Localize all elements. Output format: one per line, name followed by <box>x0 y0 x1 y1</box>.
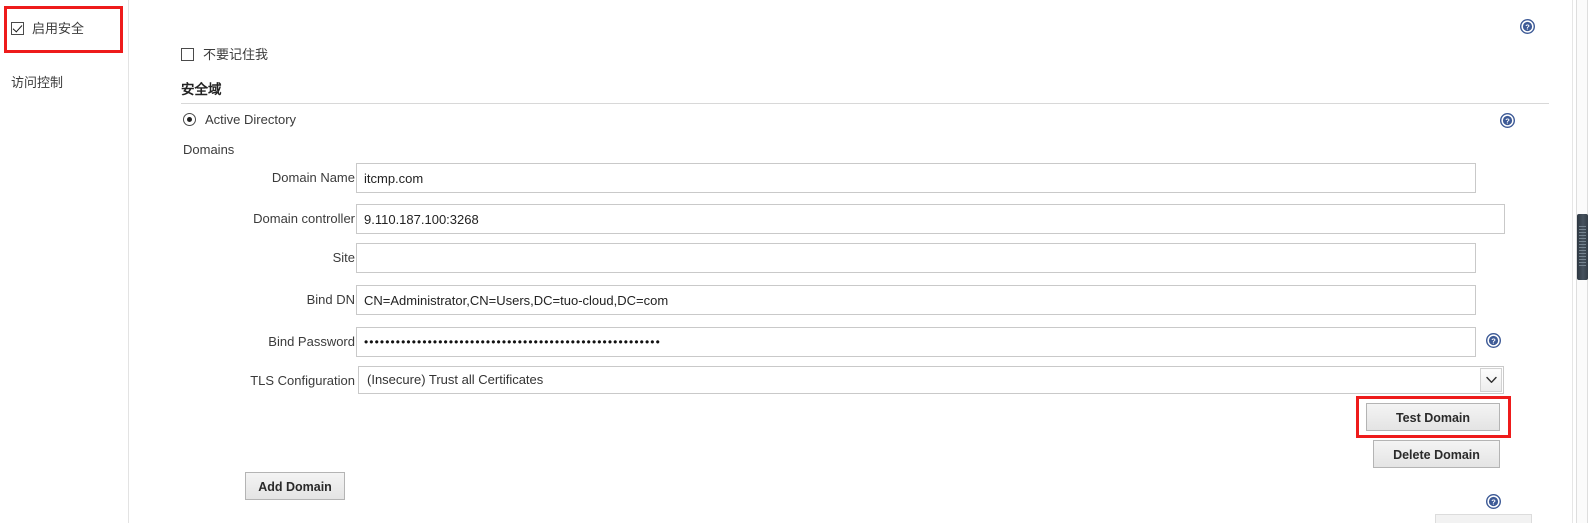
dont-remember-me-label: 不要记住我 <box>203 47 269 62</box>
dont-remember-me-checkbox-icon[interactable] <box>181 48 194 61</box>
field-row-bind-password: Bind Password ••••••••••••••••••••••••••… <box>129 327 1554 357</box>
scrollbar-grip-icon <box>1579 226 1586 268</box>
field-row-tls-configuration: TLS Configuration (Insecure) Trust all C… <box>129 366 1554 396</box>
active-directory-label: Active Directory <box>205 112 297 127</box>
label-domain-name: Domain Name <box>271 170 355 185</box>
test-domain-button[interactable]: Test Domain <box>1366 403 1500 431</box>
svg-text:?: ? <box>1491 498 1496 507</box>
scrollbar-thumb[interactable] <box>1577 214 1588 280</box>
label-site: Site <box>332 250 355 265</box>
section-title-security-domain: 安全域 <box>181 82 222 97</box>
vertical-scrollbar[interactable] <box>1572 0 1589 523</box>
sidebar-item-access-control-label: 访问控制 <box>11 75 64 90</box>
select-tls-configuration[interactable]: (Insecure) Trust all Certificates <box>358 366 1504 394</box>
radio-active-directory[interactable]: Active Directory <box>183 113 296 126</box>
select-tls-configuration-value: (Insecure) Trust all Certificates <box>367 372 544 387</box>
field-row-site: Site ? <box>129 243 1554 509</box>
label-tls-configuration: TLS Configuration <box>250 373 355 388</box>
section-divider <box>181 103 1549 104</box>
svg-text:?: ? <box>1505 117 1510 126</box>
field-row-bind-dn: Bind DN ? <box>129 285 1554 315</box>
help-circle-icon[interactable]: ? <box>1520 19 1535 34</box>
help-circle-icon[interactable]: ? <box>1500 113 1515 128</box>
main-content: 不要记住我 安全域 Active Directory Domains Domai… <box>129 0 1554 523</box>
chevron-down-icon[interactable] <box>1480 368 1502 392</box>
sidebar-item-access-control[interactable]: 访问控制 <box>11 76 63 89</box>
active-directory-radio-icon[interactable] <box>183 113 196 126</box>
label-bind-password: Bind Password <box>268 334 355 349</box>
input-site[interactable] <box>356 243 1476 273</box>
settings-security-page: 启用安全 访问控制 不要记住我 安全域 Active Directory Dom… <box>0 0 1589 523</box>
field-row-domain-controller: Domain controller <box>129 204 1554 234</box>
bottom-partial-panel <box>1435 514 1532 523</box>
label-bind-dn: Bind DN <box>306 292 355 307</box>
add-domain-button[interactable]: Add Domain <box>245 472 345 500</box>
enable-security-checkbox-icon[interactable] <box>11 22 24 35</box>
input-bind-password[interactable]: ••••••••••••••••••••••••••••••••••••••••… <box>356 327 1476 357</box>
input-domain-controller[interactable] <box>356 204 1505 234</box>
help-circle-icon[interactable]: ? <box>1486 494 1501 509</box>
dont-remember-me-row[interactable]: 不要记住我 <box>181 48 268 61</box>
sidebar-item-enable-security[interactable]: 启用安全 <box>11 22 84 35</box>
label-domain-controller: Domain controller <box>253 211 355 226</box>
domains-group-label: Domains <box>183 142 235 157</box>
sidebar-item-enable-security-label: 启用安全 <box>32 21 85 36</box>
field-row-domain-name: Domain Name ? <box>129 163 1554 348</box>
input-domain-name[interactable] <box>356 163 1476 193</box>
input-bind-dn[interactable] <box>356 285 1476 315</box>
svg-text:?: ? <box>1525 23 1530 32</box>
delete-domain-button[interactable]: Delete Domain <box>1373 440 1500 468</box>
